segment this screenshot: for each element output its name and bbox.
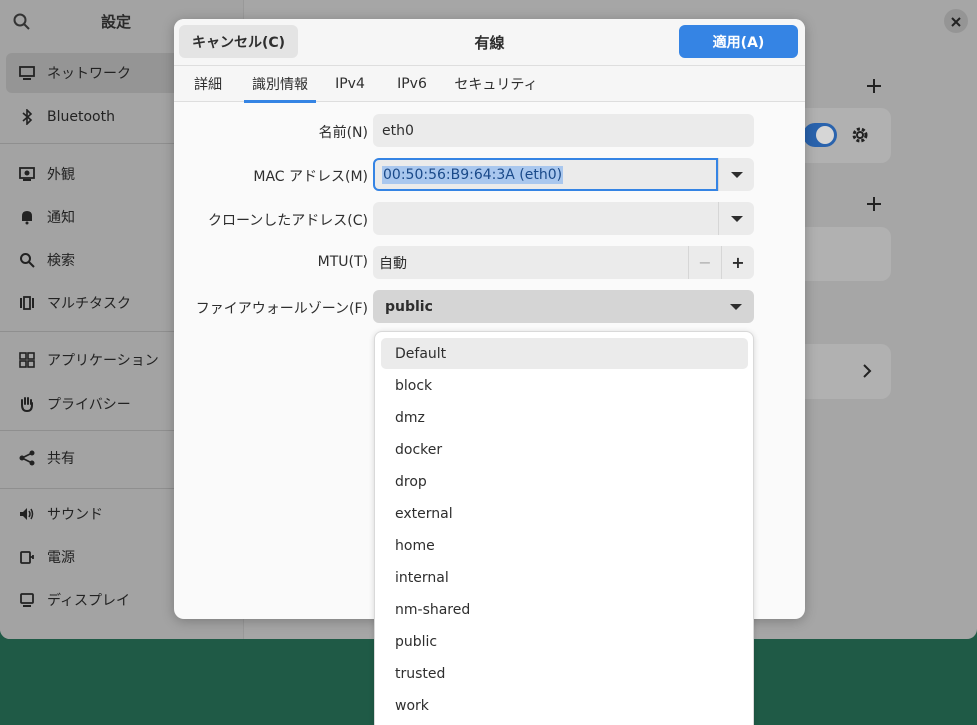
add-icon[interactable] (864, 194, 884, 214)
wired-toggle[interactable] (803, 123, 837, 147)
apps-grid-icon (18, 351, 36, 369)
mac-label: MAC アドレス(M) (253, 169, 368, 185)
mac-address-value: 00:50:56:B9:64:3A (eth0) (382, 165, 564, 184)
option-nm-shared[interactable]: nm-shared (381, 594, 748, 625)
bluetooth-icon (18, 108, 36, 126)
close-icon (951, 12, 961, 31)
option-home[interactable]: home (381, 530, 748, 561)
search-icon (18, 251, 36, 269)
option-default[interactable]: Default (381, 338, 748, 369)
sidebar-item-label: Bluetooth (47, 109, 115, 125)
option-drop[interactable]: drop (381, 466, 748, 497)
tab-identity[interactable]: 識別情報 (244, 66, 316, 103)
mac-combo[interactable]: 00:50:56:B9:64:3A (eth0) (373, 158, 754, 191)
tab-security[interactable]: セキュリティ (454, 66, 538, 102)
sidebar-item-label: 通知 (47, 210, 75, 226)
sidebar-item-label: サウンド (47, 507, 103, 523)
appearance-icon (18, 165, 36, 183)
option-public[interactable]: public (381, 626, 748, 657)
speaker-icon (18, 505, 36, 523)
close-button[interactable] (944, 9, 968, 33)
sidebar-item-label: アプリケーション (47, 353, 159, 369)
mtu-value: 自動 (379, 255, 407, 272)
firewall-zone-label: ファイアウォールゾーン(F) (195, 301, 368, 317)
gear-icon[interactable] (850, 125, 870, 145)
multitask-icon (18, 294, 36, 312)
tab-ipv4[interactable]: IPv4 (328, 66, 372, 102)
bell-icon (18, 208, 36, 226)
hand-icon (18, 395, 36, 413)
add-icon[interactable] (864, 76, 884, 96)
chevron-right-icon (860, 362, 874, 380)
network-icon (18, 64, 36, 82)
tab-bar: 詳細 識別情報 IPv4 IPv6 セキュリティ (174, 65, 805, 103)
name-field[interactable]: eth0 (373, 114, 754, 147)
mtu-increment-button[interactable]: + (721, 246, 754, 279)
firewall-zone-dropdown[interactable]: public (373, 290, 754, 323)
name-value: eth0 (382, 122, 414, 139)
mtu-label: MTU(T) (317, 254, 368, 270)
option-internal[interactable]: internal (381, 562, 748, 593)
cloned-address-combo[interactable] (373, 202, 754, 235)
option-block[interactable]: block (381, 370, 748, 401)
option-work[interactable]: work (381, 690, 748, 721)
mac-address-input[interactable]: 00:50:56:B9:64:3A (eth0) (373, 158, 718, 191)
apply-button[interactable]: 適用(A) (679, 25, 798, 58)
firewall-zone-value: public (385, 298, 433, 315)
mtu-decrement-button[interactable]: − (688, 246, 721, 279)
tab-details[interactable]: 詳細 (186, 66, 230, 102)
sidebar-item-label: ネットワーク (47, 66, 131, 82)
display-icon (18, 591, 36, 609)
power-icon (18, 548, 36, 566)
name-label: 名前(N) (318, 125, 368, 141)
sidebar-item-label: 共有 (47, 451, 75, 467)
dialog-header: キャンセル(C) 有線 適用(A) (174, 19, 805, 65)
sidebar-item-label: 電源 (47, 550, 75, 566)
tab-ipv6[interactable]: IPv6 (390, 66, 434, 102)
option-external[interactable]: external (381, 498, 748, 529)
sidebar-item-label: ディスプレイ (47, 593, 131, 609)
option-trusted[interactable]: trusted (381, 658, 748, 689)
sidebar-item-label: 検索 (47, 253, 75, 269)
chevron-down-icon[interactable] (718, 158, 754, 191)
chevron-down-icon[interactable] (718, 290, 754, 323)
option-docker[interactable]: docker (381, 434, 748, 465)
share-icon (18, 449, 36, 467)
chevron-down-icon[interactable] (718, 202, 754, 235)
sidebar-item-label: 外観 (47, 167, 75, 183)
sidebar-item-label: マルチタスク (47, 296, 131, 312)
cloned-address-label: クローンしたアドレス(C) (208, 213, 368, 229)
sidebar-item-label: プライバシー (47, 397, 131, 413)
firewall-zone-popover: Default block dmz docker drop external h… (374, 331, 754, 725)
option-dmz[interactable]: dmz (381, 402, 748, 433)
mtu-spinbutton[interactable]: 自動 − + (373, 246, 754, 279)
